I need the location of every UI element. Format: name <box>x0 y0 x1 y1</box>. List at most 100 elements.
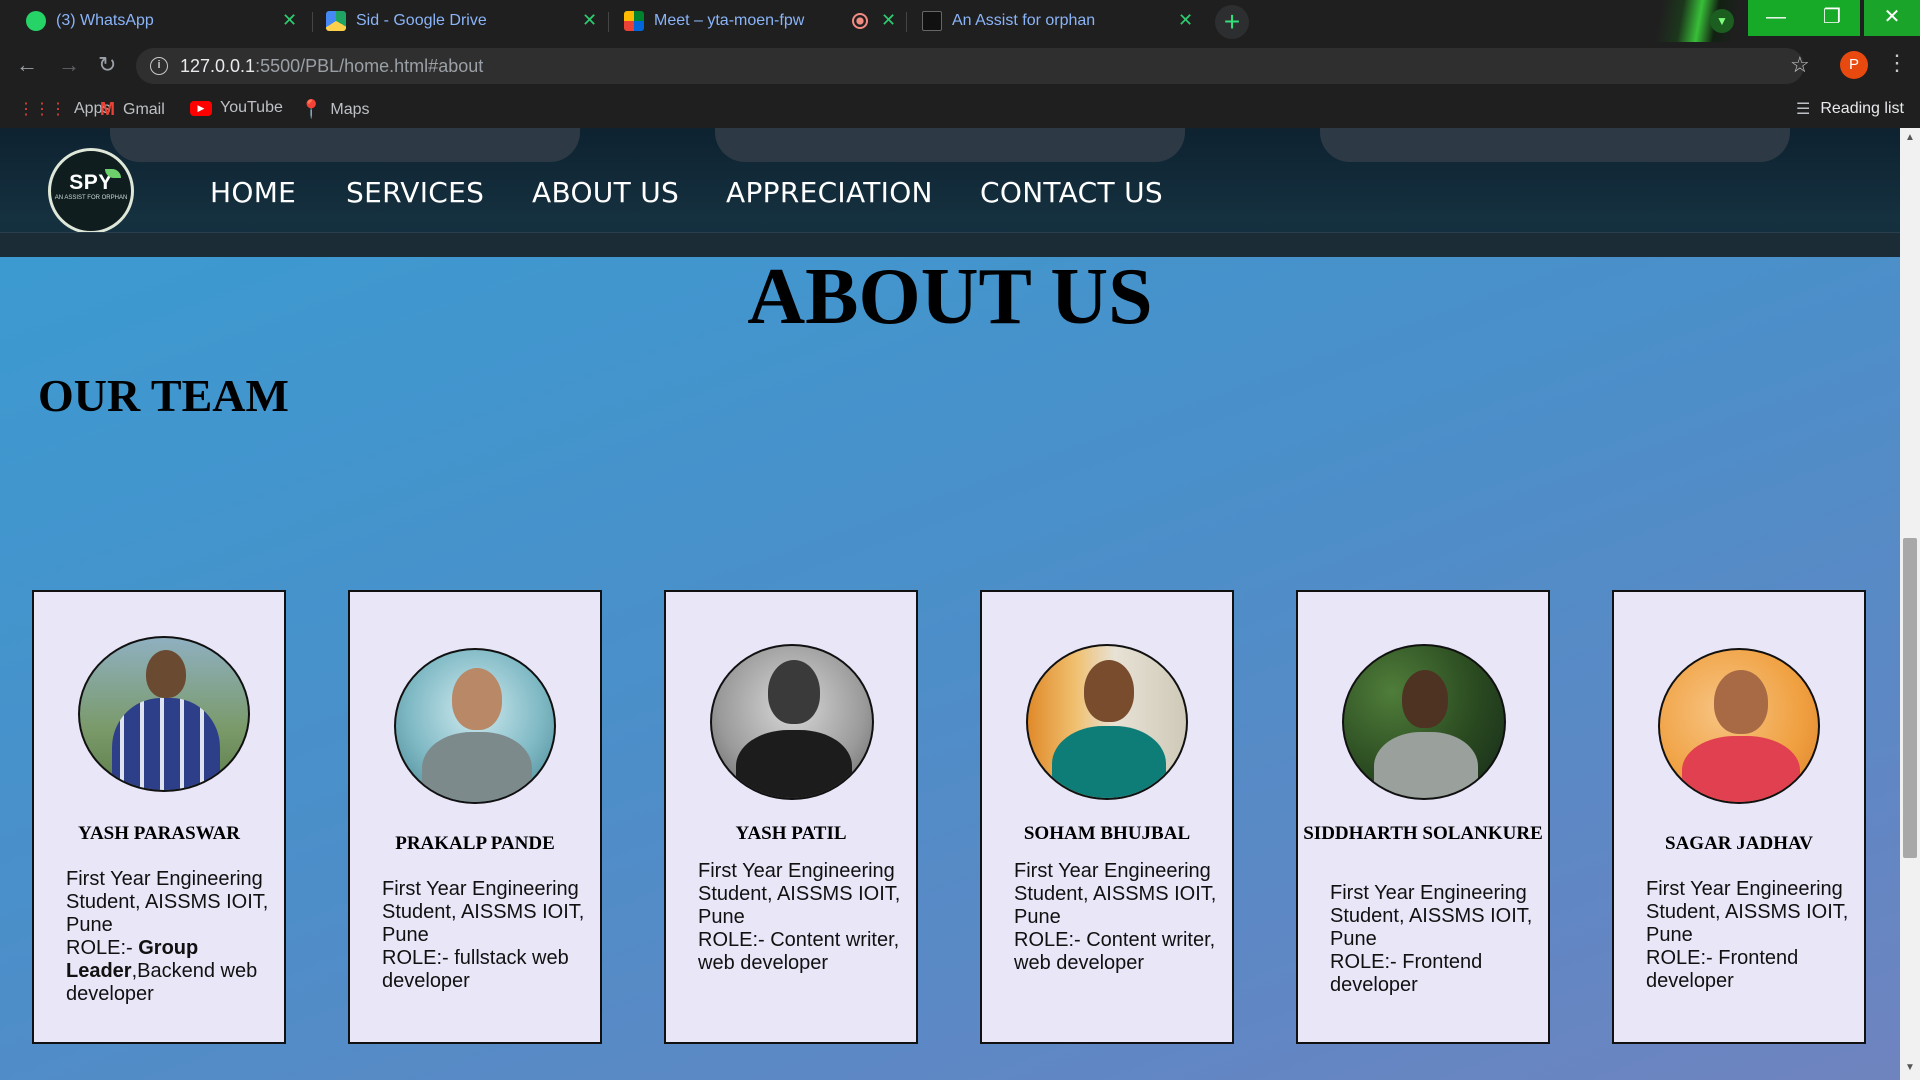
reading-list-button[interactable]: ☰ Reading list <box>1796 99 1904 119</box>
google-meet-icon <box>624 11 644 31</box>
member-education: First Year Engineering Student, AISSMS I… <box>1646 878 1849 946</box>
member-education: First Year Engineering Student, AISSMS I… <box>698 860 901 928</box>
bookmark-maps[interactable]: 📍 Maps <box>300 99 370 120</box>
member-description: First Year Engineering Student, AISSMS I… <box>382 878 586 993</box>
bookmark-gmail[interactable]: M Gmail <box>100 99 165 120</box>
member-education: First Year Engineering Student, AISSMS I… <box>1330 882 1533 950</box>
nav-decoration <box>1320 128 1790 162</box>
spy-site-icon <box>922 11 942 31</box>
member-role: ROLE:- fullstack web developer <box>382 947 569 992</box>
member-education: First Year Engineering Student, AISSMS I… <box>382 878 585 946</box>
member-role: ROLE:- Frontend developer <box>1646 947 1799 992</box>
team-card: PRAKALP PANDE First Year Engineering Stu… <box>348 590 602 1044</box>
close-icon[interactable]: ✕ <box>881 10 896 31</box>
minimize-button[interactable]: — <box>1748 0 1804 36</box>
team-card: YASH PATIL First Year Engineering Studen… <box>664 590 918 1044</box>
about-section: ABOUT US OUR TEAM YASH PARASWAR First Ye… <box>0 257 1900 1080</box>
nav-decoration <box>715 128 1185 162</box>
page-scrollbar[interactable]: ▲ ▼ <box>1900 128 1920 1080</box>
tab-title: (3) WhatsApp <box>56 12 154 29</box>
apps-grid-icon: ⋮⋮⋮ <box>18 101 66 118</box>
download-indicator-icon[interactable]: ▼ <box>1710 9 1734 33</box>
bookmark-label: Gmail <box>123 100 165 118</box>
bookmark-star-icon[interactable]: ☆ <box>1790 52 1810 78</box>
forward-icon[interactable]: → <box>58 52 80 78</box>
member-photo <box>78 636 250 792</box>
nav-decoration <box>110 128 580 162</box>
member-photo <box>394 648 556 804</box>
tab-an-assist-for-orphan[interactable]: An Assist for orphan ✕ <box>896 0 1206 42</box>
member-name: SIDDHARTH SOLANKURE <box>1303 823 1543 844</box>
photo-head <box>146 650 186 698</box>
photo-head <box>1084 660 1134 722</box>
maps-pin-icon: 📍 <box>300 99 323 119</box>
member-name: YASH PATIL <box>735 823 847 844</box>
tab-title: Meet – yta-moen-fpw <box>654 12 805 29</box>
member-education: First Year Engineering Student, AISSMS I… <box>66 868 269 936</box>
tab-google-drive[interactable]: Sid - Google Drive ✕ <box>300 0 610 42</box>
close-icon[interactable]: ✕ <box>282 10 297 31</box>
site-info-icon[interactable]: i <box>150 57 168 75</box>
member-name: SOHAM BHUJBAL <box>1023 823 1191 844</box>
member-photo <box>1026 644 1188 800</box>
menu-kebab-icon[interactable]: ⋮ <box>1886 50 1908 76</box>
photo-body <box>736 730 852 798</box>
member-description: First Year Engineering Student, AISSMS I… <box>698 860 902 975</box>
tab-title: An Assist for orphan <box>952 12 1096 29</box>
nav-appreciation[interactable]: APPRECIATION <box>726 176 933 209</box>
photo-body <box>112 698 220 790</box>
scroll-up-arrow-icon[interactable]: ▲ <box>1905 132 1915 143</box>
member-name: SAGAR JADHAV <box>1665 833 1813 854</box>
google-drive-icon <box>326 11 346 31</box>
youtube-icon: ▶ <box>190 100 212 116</box>
new-tab-button[interactable]: + <box>1215 5 1249 39</box>
close-icon[interactable]: ✕ <box>582 10 597 31</box>
photo-body <box>1374 732 1478 798</box>
bookmark-youtube[interactable]: ▶ YouTube <box>190 99 283 117</box>
back-icon[interactable]: ← <box>16 52 38 78</box>
scroll-down-arrow-icon[interactable]: ▼ <box>1905 1062 1915 1073</box>
nav-home[interactable]: HOME <box>210 176 296 209</box>
nav-about-us[interactable]: ABOUT US <box>532 176 679 209</box>
url-path: :5500/PBL/home.html#about <box>255 55 484 76</box>
bookmarks-bar: ⋮⋮⋮ Apps M Gmail ▶ YouTube 📍 Maps ☰ Read… <box>0 90 1920 128</box>
member-role: ROLE:- <box>66 937 139 959</box>
section-title: OUR TEAM <box>38 370 289 421</box>
tab-google-meet[interactable]: Meet – yta-moen-fpw ✕ <box>598 0 908 42</box>
photo-head <box>1402 670 1448 728</box>
close-window-button[interactable]: ✕ <box>1864 0 1920 36</box>
member-role: ROLE:- Content writer, web developer <box>1014 929 1216 974</box>
page-title: ABOUT US <box>747 253 1153 341</box>
tab-whatsapp[interactable]: (3) WhatsApp ✕ <box>0 0 310 42</box>
bookmark-label: Maps <box>330 100 370 118</box>
photo-head <box>1714 670 1768 734</box>
restore-button[interactable]: ❐ <box>1804 0 1860 36</box>
nav-services[interactable]: SERVICES <box>346 176 484 209</box>
profile-avatar[interactable]: P <box>1840 51 1868 79</box>
reading-list-label: Reading list <box>1820 100 1904 117</box>
logo-subtext: AN ASSIST FOR ORPHAN <box>54 195 128 201</box>
scrollbar-thumb[interactable] <box>1903 538 1917 858</box>
site-navbar: SPY AN ASSIST FOR ORPHAN HOME SERVICES A… <box>0 128 1900 257</box>
member-photo <box>1658 648 1820 804</box>
url-text[interactable]: 127.0.0.1:5500/PBL/home.html#about <box>180 56 483 77</box>
member-name: PRAKALP PANDE <box>395 833 555 854</box>
url-host: 127.0.0.1 <box>180 55 256 76</box>
bookmark-apps[interactable]: ⋮⋮⋮ Apps <box>18 99 110 119</box>
bookmark-label: YouTube <box>220 99 283 116</box>
site-logo[interactable]: SPY AN ASSIST FOR ORPHAN <box>48 148 134 234</box>
member-role: ROLE:- Content writer, web developer <box>698 929 900 974</box>
reload-icon[interactable]: ↻ <box>98 52 116 78</box>
whatsapp-icon <box>26 11 46 31</box>
address-bar[interactable]: i 127.0.0.1:5500/PBL/home.html#about <box>136 48 1804 84</box>
member-role: ROLE:- Frontend developer <box>1330 951 1483 996</box>
recording-icon <box>852 13 868 29</box>
close-icon[interactable]: ✕ <box>1178 10 1193 31</box>
gmail-icon: M <box>100 99 115 119</box>
photo-head <box>768 660 820 724</box>
member-description: First Year Engineering Student, AISSMS I… <box>1014 860 1218 975</box>
member-description: First Year Engineering Student, AISSMS I… <box>66 868 270 1006</box>
member-education: First Year Engineering Student, AISSMS I… <box>1014 860 1217 928</box>
member-description: First Year Engineering Student, AISSMS I… <box>1646 878 1850 993</box>
nav-contact-us[interactable]: CONTACT US <box>980 176 1163 209</box>
